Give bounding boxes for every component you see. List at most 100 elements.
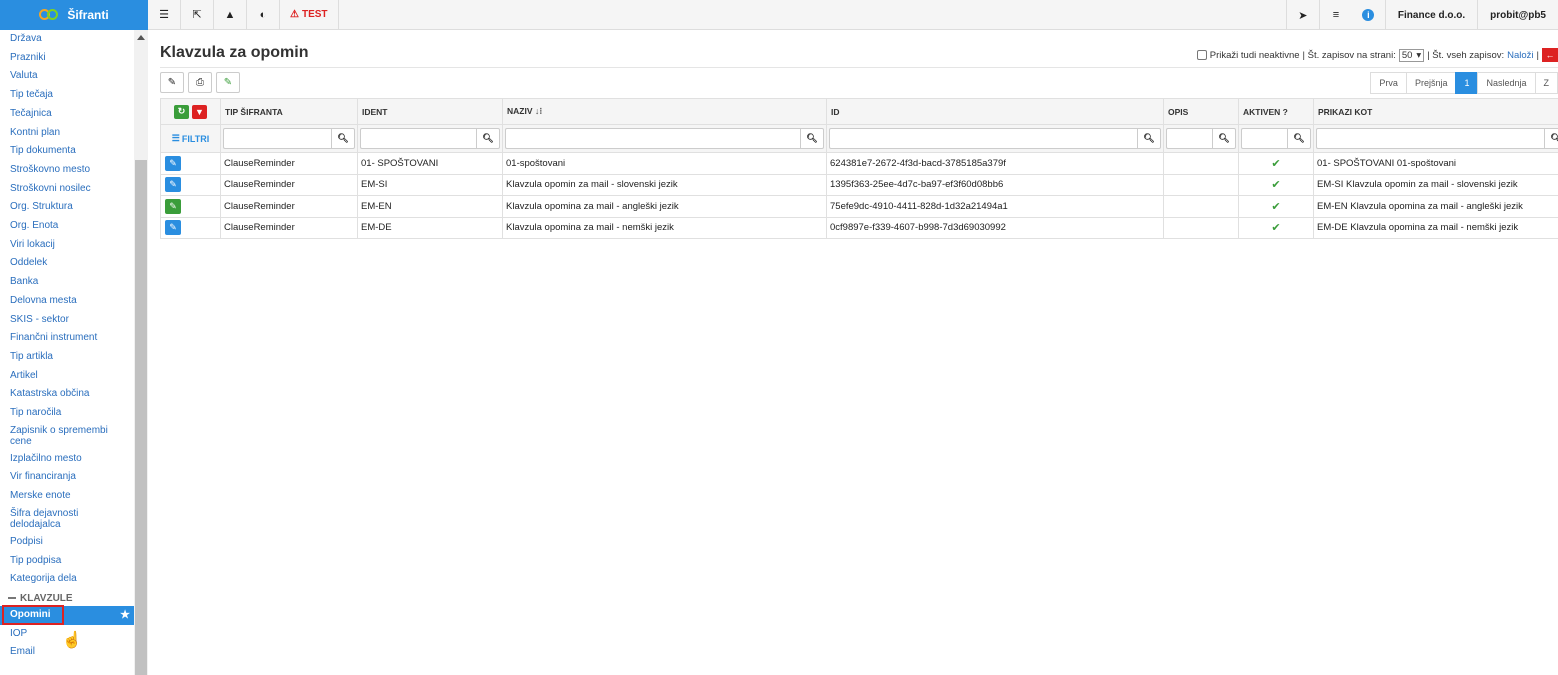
sidebar-item-kategorija-dela[interactable]: Kategorija dela: [0, 570, 134, 589]
sidebar-item-delovna-mesta[interactable]: Delovna mesta: [0, 292, 134, 311]
cell-naziv: Klavzula opomin za mail - slovenski jezi…: [502, 173, 827, 196]
filter-icon[interactable]: ▼: [192, 104, 207, 119]
sidebar-item-merske-enote[interactable]: Merske enote: [0, 487, 134, 506]
header-ident[interactable]: IDENT: [357, 98, 503, 125]
star-icon[interactable]: ★: [120, 606, 130, 625]
filter-input-prikazi[interactable]: [1316, 128, 1544, 149]
edit-button[interactable]: ✎: [165, 177, 181, 193]
edit-button[interactable]: ✎: [165, 198, 181, 214]
filter-input-opis[interactable]: [1166, 128, 1212, 149]
sidebar-item-tip-dokumenta[interactable]: Tip dokumenta: [0, 142, 134, 161]
scroll-up-icon[interactable]: [137, 35, 145, 40]
show-inactive-checkbox[interactable]: [1196, 50, 1207, 60]
search-icon[interactable]: 🔍︎: [1544, 128, 1558, 149]
refresh-icon[interactable]: ↻: [174, 104, 189, 119]
contrast-icon[interactable]: ◐: [247, 0, 280, 30]
filter-input-ident[interactable]: [360, 128, 476, 149]
sidebar-item-zapisnik[interactable]: Zapisnik o spremembi cene: [0, 423, 134, 450]
sidebar-item-tip-podpisa[interactable]: Tip podpisa: [0, 552, 134, 571]
sidebar-item-drzava[interactable]: Država: [0, 30, 134, 49]
sidebar-item-artikel[interactable]: Artikel: [0, 367, 134, 386]
sidebar-item-banka[interactable]: Banka: [0, 273, 134, 292]
cell-naziv: Klavzula opomina za mail - angleški jezi…: [502, 195, 827, 218]
page-next[interactable]: Naslednja: [1477, 72, 1536, 94]
search-icon[interactable]: 🔍︎: [331, 128, 355, 149]
sidebar-item-tip-tecaja[interactable]: Tip tečaja: [0, 86, 134, 105]
filter-input-aktiven[interactable]: [1241, 128, 1287, 149]
wrench-icon[interactable]: ✎: [160, 72, 184, 93]
header-opis[interactable]: OPIS: [1163, 98, 1239, 125]
external-link-icon[interactable]: ⇱: [181, 0, 214, 30]
page-last[interactable]: Z: [1534, 72, 1558, 94]
test-environment-badge[interactable]: ⚠ TEST: [280, 0, 339, 30]
print-icon[interactable]: ⎙: [188, 72, 212, 93]
edit-button[interactable]: ✎: [165, 220, 181, 236]
per-page-select[interactable]: 50 ▾: [1398, 48, 1425, 62]
bag-icon[interactable]: ▲: [214, 0, 247, 30]
sidebar-item-kontni-plan[interactable]: Kontni plan: [0, 124, 134, 143]
sidebar-item-oddelek[interactable]: Oddelek: [0, 254, 134, 273]
pencil-icon[interactable]: ✎: [216, 72, 240, 93]
per-page-label: | Št. zapisov na strani:: [1302, 49, 1396, 61]
sidebar-item-tip-narocila[interactable]: Tip naročila: [0, 404, 134, 423]
filter-input-tip[interactable]: [223, 128, 331, 149]
cell-naziv: Klavzula opomina za mail - nemški jezik: [502, 216, 827, 239]
load-link[interactable]: Naloži: [1507, 50, 1533, 61]
sidebar-item-izplacilno-mesto[interactable]: Izplačilno mesto: [0, 450, 134, 469]
search-icon[interactable]: 🔍︎: [476, 128, 500, 149]
sidebar-item-org-enota[interactable]: Org. Enota: [0, 217, 134, 236]
search-icon[interactable]: 🔍︎: [1287, 128, 1311, 149]
edit-button[interactable]: ✎: [165, 155, 181, 171]
topbar-right: ➤ ≡ i Finance d.o.o. probit@pb5: [1285, 0, 1558, 30]
menu-icon[interactable]: ≡: [1318, 0, 1352, 30]
cell-id: 0cf9897e-f339-4607-b998-7d3d69030992: [826, 216, 1164, 239]
filter-input-naziv[interactable]: [505, 128, 800, 149]
sidebar-item-org-struktura[interactable]: Org. Struktura: [0, 198, 134, 217]
sidebar-item-tip-artikla[interactable]: Tip artikla: [0, 348, 134, 367]
sidebar-item-vir-financiranja[interactable]: Vir financiranja: [0, 468, 134, 487]
sidebar-item-skis-sektor[interactable]: SKIS - sektor: [0, 311, 134, 330]
header-tip-sifranta[interactable]: TIP ŠIFRANTA: [220, 98, 358, 125]
search-icon[interactable]: 🔍︎: [1137, 128, 1161, 149]
send-icon[interactable]: ➤: [1285, 0, 1319, 30]
cell-prikazi: 01- SPOŠTOVANI 01-spoštovani: [1313, 152, 1558, 175]
sidebar-item-valuta[interactable]: Valuta: [0, 67, 134, 86]
sidebar-item-prazniki[interactable]: Prazniki: [0, 49, 134, 68]
sidebar-item-financni-instrument[interactable]: Finančni instrument: [0, 329, 134, 348]
table-row[interactable]: ✎ ClauseReminder EM-DE Klavzula opomina …: [160, 216, 1558, 239]
cell-tip: ClauseReminder: [220, 195, 358, 218]
company-name[interactable]: Finance d.o.o.: [1384, 0, 1477, 30]
search-icon[interactable]: 🔍︎: [800, 128, 824, 149]
header-prikazi-kot[interactable]: PRIKAZI KOT: [1313, 98, 1558, 125]
filter-input-id[interactable]: [829, 128, 1137, 149]
header-naziv[interactable]: NAZIV ↓⁝: [502, 98, 827, 125]
search-icon[interactable]: 🔍︎: [1212, 128, 1236, 149]
sidebar-item-sifra-dejavnosti[interactable]: Šifra dejavnosti delodajalca: [0, 506, 134, 533]
page-current[interactable]: 1: [1455, 72, 1479, 94]
header-id[interactable]: ID: [826, 98, 1164, 125]
sidebar-item-podpisi[interactable]: Podpisi: [0, 533, 134, 552]
page-prev[interactable]: Prejšnja: [1405, 72, 1457, 94]
sidebar-item-viri-lokacij[interactable]: Viri lokacij: [0, 236, 134, 255]
sidebar-item-stroskovno-mesto[interactable]: Stroškovno mesto: [0, 161, 134, 180]
sidebar-group-klavzule[interactable]: KLAVZULE: [0, 589, 134, 606]
list-icon[interactable]: ☰: [148, 0, 181, 30]
sidebar-item-tecajnica[interactable]: Tečajnica: [0, 105, 134, 124]
brand[interactable]: Šifranti: [0, 0, 148, 30]
table-row[interactable]: ✎ ClauseReminder EM-EN Klavzula opomina …: [160, 195, 1558, 218]
scrollbar-thumb[interactable]: [135, 160, 147, 675]
table-row[interactable]: ✎ ClauseReminder 01- SPOŠTOVANI 01-spošt…: [160, 152, 1558, 175]
sidebar-scrollbar[interactable]: [134, 30, 148, 675]
page-title: Klavzula za opomin: [160, 44, 309, 61]
table-row[interactable]: ✎ ClauseReminder EM-SI Klavzula opomin z…: [160, 173, 1558, 196]
back-button[interactable]: ←: [1542, 48, 1558, 62]
user-name[interactable]: probit@pb5: [1477, 0, 1558, 30]
sidebar-item-katastrska-obcina[interactable]: Katastrska občina: [0, 385, 134, 404]
page-first[interactable]: Prva: [1370, 72, 1407, 94]
header-aktiven[interactable]: AKTIVEN ?: [1238, 98, 1314, 125]
sidebar-item-stroskovni-nosilec[interactable]: Stroškovni nosilec: [0, 180, 134, 199]
hand-cursor-icon: ☝: [62, 632, 82, 649]
info-button[interactable]: i: [1352, 9, 1385, 21]
sidebar-item-opomini[interactable]: Opomini ★: [0, 604, 134, 625]
filtri-cell[interactable]: ☰ FILTRI: [160, 124, 221, 153]
